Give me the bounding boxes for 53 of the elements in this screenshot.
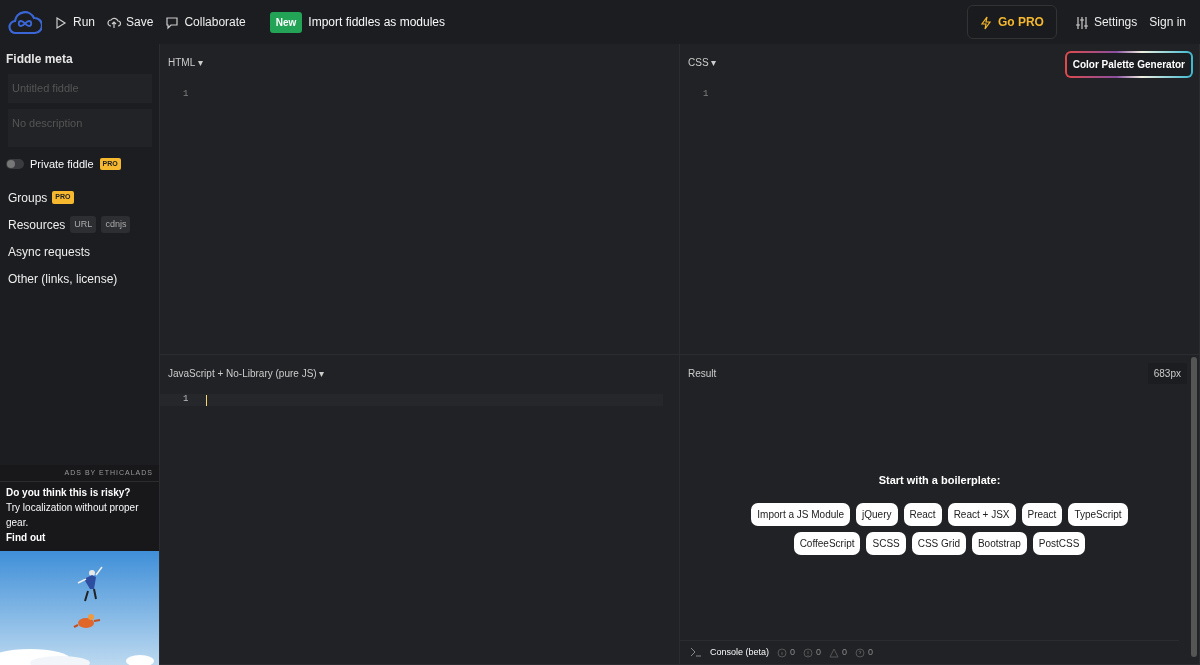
sidebar-item[interactable]: Groups xyxy=(8,188,48,207)
console-count: 0 xyxy=(816,645,822,659)
private-toggle[interactable] xyxy=(6,158,24,169)
go-pro-button[interactable]: Go PRO xyxy=(966,5,1057,39)
palette-button[interactable]: Color Palette Generator xyxy=(1064,51,1193,78)
warning-icon xyxy=(829,647,840,658)
boilerplate-button[interactable]: CoffeeScript xyxy=(793,531,861,555)
toggle-label: Private fiddle xyxy=(30,156,94,172)
line-number: 1 xyxy=(182,89,189,99)
ad-text: Try localization without proper gear. xyxy=(6,501,140,530)
sign-in-button[interactable]: Sign in xyxy=(1143,13,1192,31)
toolbar-button[interactable]: Save xyxy=(101,13,160,31)
boilerplate-button[interactable]: jQuery xyxy=(856,502,898,526)
boilerplate-button[interactable]: CSS Grid xyxy=(911,531,966,555)
info-icon xyxy=(777,647,788,658)
pane-title[interactable]: HTML ▾ xyxy=(160,44,211,70)
sidebar-item[interactable]: Other (links, license) xyxy=(8,269,118,288)
news-link[interactable]: Import fiddles as modules xyxy=(308,13,446,31)
console-count: 0 xyxy=(842,645,848,659)
toolbar-button[interactable]: Run xyxy=(48,13,101,31)
console-button[interactable]: Console (beta) xyxy=(710,645,770,660)
boilerplate-button[interactable]: React + JSX xyxy=(947,502,1016,526)
console-count: 0 xyxy=(868,645,874,659)
width-label: 683px xyxy=(1147,363,1187,384)
toolbar-button[interactable]: Collaborate xyxy=(159,13,252,31)
text-cursor xyxy=(206,394,207,406)
boilerplate-button[interactable]: Import a JS Module xyxy=(751,502,851,526)
tag: cdnjs xyxy=(101,215,131,234)
boilerplate-button[interactable]: Preact xyxy=(1021,502,1063,526)
console-count: 0 xyxy=(790,645,796,659)
boilerplate-button[interactable]: React xyxy=(903,502,942,526)
line-number: 1 xyxy=(702,89,709,99)
logo-icon xyxy=(8,8,42,36)
boilerplate-button[interactable]: TypeScript xyxy=(1068,502,1128,526)
pane-title[interactable]: JavaScript + No-Library (pure JS) ▾ xyxy=(160,355,333,381)
sidebar-item[interactable]: Resources xyxy=(8,215,66,234)
pane-title[interactable]: CSS ▾ xyxy=(680,44,725,70)
ad-link[interactable]: Find out xyxy=(6,530,153,545)
boilerplate-button[interactable]: PostCSS xyxy=(1032,531,1086,555)
boilerplate-heading: Start with a boilerplate: xyxy=(877,473,1002,488)
boilerplate-button[interactable]: SCSS xyxy=(866,531,906,555)
error-icon xyxy=(803,647,814,658)
tag: URL xyxy=(70,215,97,234)
ad-headline: Do you think this is risky? xyxy=(6,486,132,500)
sidebar-item[interactable]: Async requests xyxy=(8,242,91,261)
sidebar-title: Fiddle meta xyxy=(5,51,74,68)
terminal-icon xyxy=(690,645,702,660)
pane-title: Result xyxy=(687,367,718,381)
new-badge: New xyxy=(269,11,303,33)
settings-button[interactable]: Settings xyxy=(1068,13,1144,31)
help-icon xyxy=(855,647,866,658)
boilerplate-button[interactable]: Bootstrap xyxy=(971,531,1027,555)
line-number: 1 xyxy=(182,393,190,407)
